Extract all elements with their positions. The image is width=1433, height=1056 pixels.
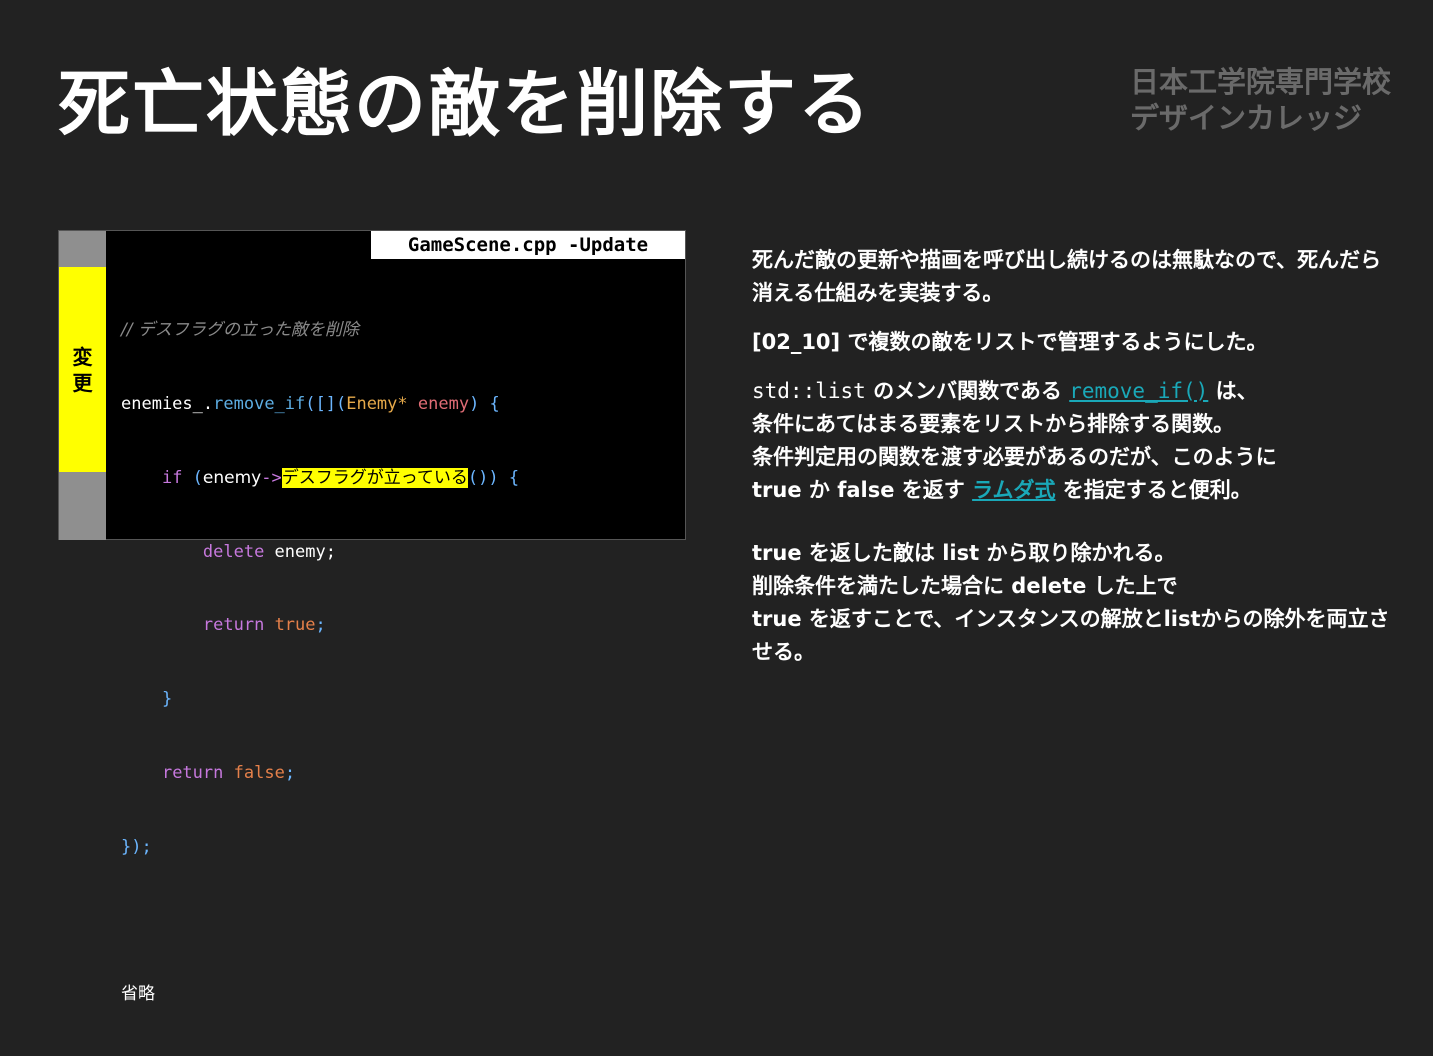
highlighted-code: デスフラグが立っている	[281, 467, 468, 488]
code-line: });	[121, 835, 519, 860]
code-token: ) {	[469, 393, 500, 414]
text-span: は、	[1208, 379, 1258, 403]
code-token: ;	[284, 762, 296, 783]
text-span: true を返すことで、インスタンスの解放とlistからの除外を両立させる。	[752, 607, 1390, 664]
change-label-2: 更	[72, 370, 93, 395]
paragraph-result: true を返した敵は list から取り除かれる。 削除条件を満たした場合に d…	[752, 537, 1392, 669]
text-span: 条件判定用の関数を渡す必要があるのだが、このように	[752, 445, 1277, 469]
code-token: enemy	[417, 393, 470, 414]
text-span: 条件にあてはまる要素をリストから排除する関数。	[752, 412, 1235, 436]
code-line: enemies_.remove_if([](Enemy* enemy) {	[121, 392, 519, 417]
omitted-note: 省略	[121, 984, 155, 1005]
text-span: のメンバ関数である	[865, 379, 1070, 403]
text-span: 削除条件を満たした場合に delete した上で	[752, 574, 1178, 598]
text-span: true か false を返す	[752, 478, 973, 502]
code-token: return	[202, 615, 265, 636]
code-line: 省略	[121, 982, 519, 1007]
inline-code: std::list	[752, 379, 866, 403]
code-line: return true;	[121, 613, 519, 638]
code-token: ()) {	[467, 467, 520, 488]
code-line: if (enemy->デスフラグが立っている()) {	[121, 466, 519, 491]
gutter-unchanged-bottom	[59, 472, 106, 540]
file-tab: GameScene.cpp -Update	[371, 231, 685, 259]
code-token: return	[161, 762, 224, 783]
school-logo-line2: デザインカレッジ	[1130, 101, 1363, 135]
school-logo: 日本工学院専門学校 デザインカレッジ	[1130, 64, 1392, 136]
code-token: enemies_	[121, 393, 203, 414]
code-token: }	[161, 689, 173, 710]
paragraph-intro: 死んだ敵の更新や描画を呼び出し続けるのは無駄なので、死んだら消える仕組みを実装す…	[752, 248, 1382, 305]
code-token: enemy	[202, 467, 262, 488]
text-span: true を返した敵は list から取り除かれる。	[752, 541, 1176, 565]
lambda-link[interactable]: ラムダ式	[972, 478, 1055, 502]
code-line: }	[121, 687, 519, 712]
code-token: });	[121, 836, 152, 857]
code-panel: 変 更 GameScene.cpp -Update // デスフラグの立った敵を…	[58, 230, 686, 1004]
code-token: enemy;	[264, 541, 336, 562]
code-token: ([](	[305, 393, 347, 414]
code-token: (	[182, 467, 203, 488]
code-line: return false;	[121, 761, 519, 786]
code-block: // デスフラグの立った敵を削除 enemies_.remove_if([](E…	[121, 269, 519, 1056]
code-line: delete enemy;	[121, 540, 519, 565]
code-comment: // デスフラグの立った敵を削除	[121, 320, 359, 341]
change-marker: 変 更	[59, 267, 106, 472]
code-token: ;	[315, 615, 326, 636]
code-token: remove_if	[213, 393, 306, 414]
text-span: を指定すると便利。	[1055, 478, 1252, 502]
code-token: if	[161, 467, 183, 488]
school-logo-line1: 日本工学院専門学校	[1130, 65, 1392, 99]
paragraph-context: [02_10] で複数の敵をリストで管理するようにした。	[752, 330, 1268, 354]
remove-if-link[interactable]: remove_if()	[1069, 379, 1208, 403]
explanation-text: 死んだ敵の更新や描画を呼び出し続けるのは無駄なので、死んだら消える仕組みを実装す…	[752, 244, 1392, 685]
code-token: Enemy*	[346, 393, 408, 414]
slide-title: 死亡状態の敵を削除する	[58, 62, 873, 146]
gutter-unchanged-top	[59, 231, 106, 267]
change-label-1: 変	[72, 344, 93, 369]
code-token: .	[202, 393, 214, 414]
paragraph-remove-if: std::list のメンバ関数である remove_if() は、条件にあては…	[752, 375, 1392, 507]
code-token: false	[233, 762, 285, 783]
code-token: true	[274, 615, 316, 636]
code-token: delete	[202, 541, 265, 562]
code-line: // デスフラグの立った敵を削除	[121, 318, 519, 343]
code-token: ->	[261, 467, 282, 488]
